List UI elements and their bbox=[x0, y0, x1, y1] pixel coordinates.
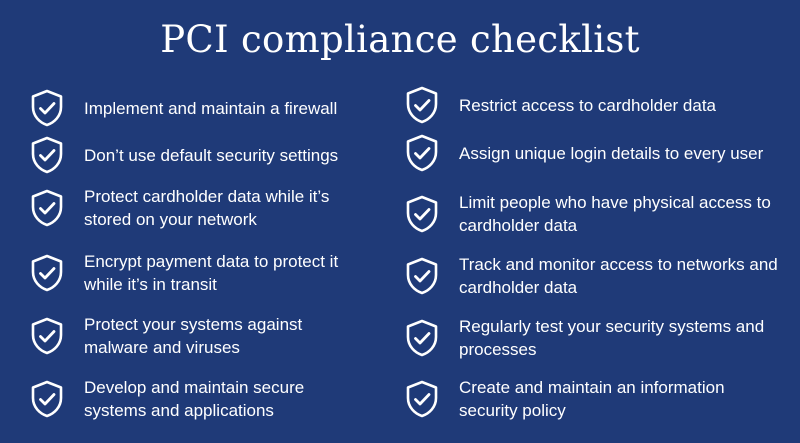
checklist-item-label: Protect cardholder data while it’s store… bbox=[84, 187, 330, 229]
shield-check-icon bbox=[405, 86, 439, 124]
shield-check-icon bbox=[30, 254, 64, 292]
shield-check-icon bbox=[405, 380, 439, 418]
checklist-page: PCI compliance checklist Implement and m… bbox=[0, 0, 800, 443]
checklist-item-label: Assign unique login details to every use… bbox=[459, 143, 764, 163]
checklist-item-label: Protect your systems against malware and… bbox=[84, 315, 303, 357]
checklist-item-regular-testing: Regularly test your security systems and… bbox=[405, 315, 785, 361]
checklist-item-protect-stored-data: Protect cardholder data while it’s store… bbox=[30, 185, 370, 231]
checklist-item-restrict-access: Restrict access to cardholder data bbox=[405, 82, 785, 128]
checklist-item-label: Track and monitor access to networks and… bbox=[459, 255, 778, 297]
page-title: PCI compliance checklist bbox=[160, 18, 640, 61]
checklist-item-label: Don’t use default security settings bbox=[84, 145, 339, 165]
checklist-item-default-settings: Don’t use default security settings bbox=[30, 132, 370, 178]
checklist-item-unique-login: Assign unique login details to every use… bbox=[405, 130, 785, 176]
shield-check-icon bbox=[30, 380, 64, 418]
checklist-item-label: Create and maintain an information secur… bbox=[459, 378, 725, 420]
checklist-item-label: Develop and maintain secure systems and … bbox=[84, 378, 305, 420]
shield-check-icon bbox=[405, 134, 439, 172]
checklist-item-secure-systems: Develop and maintain secure systems and … bbox=[30, 376, 370, 422]
checklist-item-physical-access: Limit people who have physical access to… bbox=[405, 191, 785, 237]
shield-check-icon bbox=[405, 195, 439, 233]
checklist-item-firewall: Implement and maintain a firewall bbox=[30, 85, 370, 131]
shield-check-icon bbox=[30, 89, 64, 127]
shield-check-icon bbox=[30, 189, 64, 227]
checklist-item-label: Implement and maintain a firewall bbox=[84, 98, 338, 118]
checklist-item-label: Encrypt payment data to protect it while… bbox=[84, 252, 339, 294]
checklist-item-label: Restrict access to cardholder data bbox=[459, 95, 717, 115]
checklist-item-label: Limit people who have physical access to… bbox=[459, 193, 771, 235]
shield-check-icon bbox=[30, 317, 64, 355]
checklist-item-encrypt-transit: Encrypt payment data to protect it while… bbox=[30, 250, 370, 296]
shield-check-icon bbox=[405, 257, 439, 295]
checklist-item-security-policy: Create and maintain an information secur… bbox=[405, 376, 785, 422]
checklist-item-malware: Protect your systems against malware and… bbox=[30, 313, 370, 359]
shield-check-icon bbox=[30, 136, 64, 174]
checklist-item-label: Regularly test your security systems and… bbox=[459, 317, 765, 359]
shield-check-icon bbox=[405, 319, 439, 357]
checklist-item-track-monitor: Track and monitor access to networks and… bbox=[405, 253, 785, 299]
